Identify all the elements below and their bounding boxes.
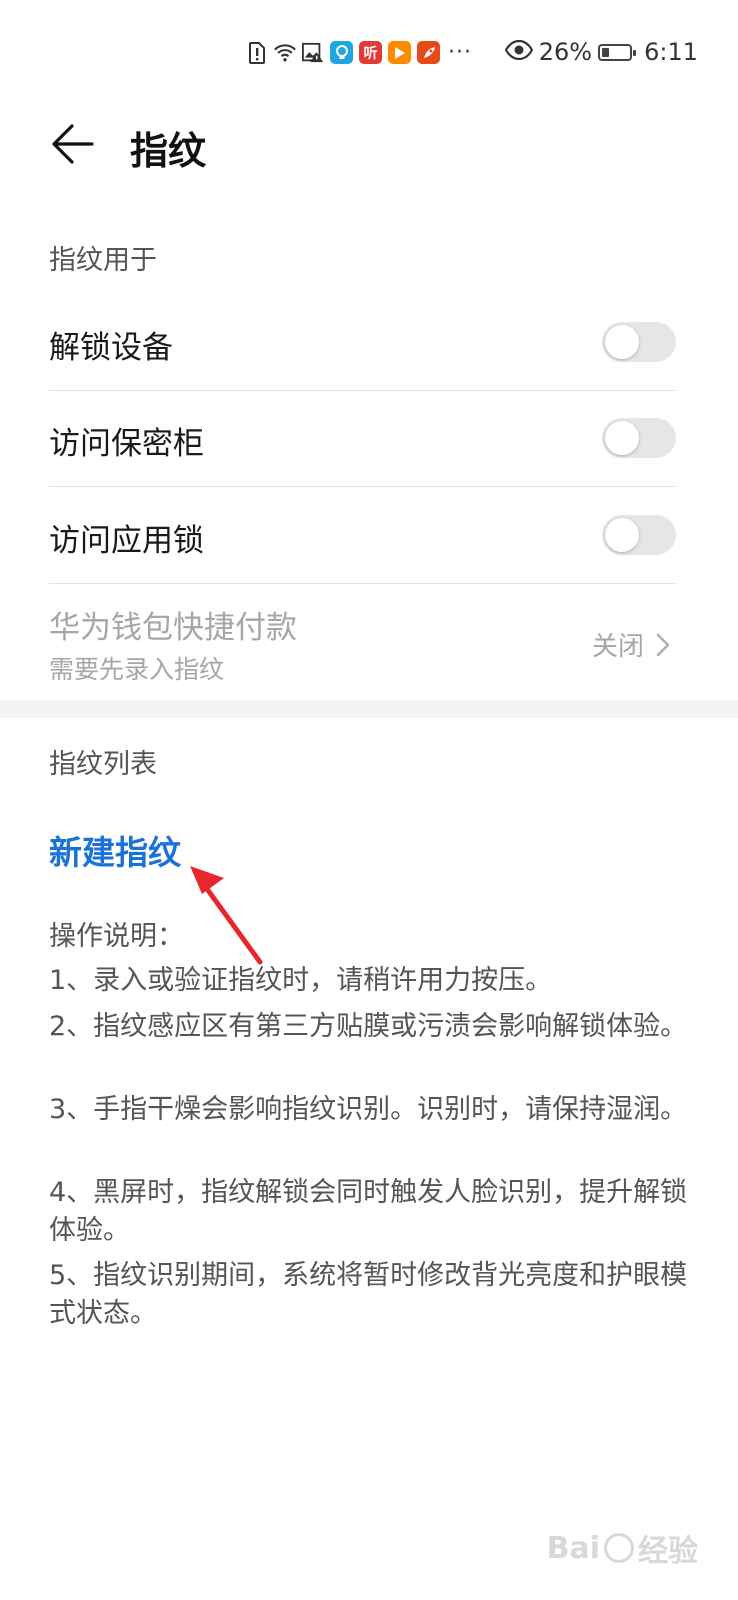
rocket-app-icon bbox=[417, 41, 440, 64]
row-label: 访问应用锁 bbox=[49, 523, 204, 559]
watermark-text-2: 经验 bbox=[638, 1534, 698, 1569]
battery-percent: 26% bbox=[538, 38, 593, 66]
watermark-text: Bai bbox=[546, 1530, 600, 1566]
baidu-watermark: Bai 经验 bbox=[547, 1526, 698, 1570]
section-label-usage: 指纹用于 bbox=[49, 245, 157, 276]
wallet-value-group: 关闭 bbox=[592, 626, 670, 663]
row-app-lock[interactable]: 访问应用锁 bbox=[49, 511, 676, 561]
paw-icon bbox=[604, 1533, 634, 1563]
sim-alert-icon bbox=[246, 41, 268, 65]
clock: 6:11 bbox=[644, 38, 698, 66]
wallet-sublabel: 需要先录入指纹 bbox=[49, 655, 225, 684]
toggle-knob bbox=[605, 518, 639, 552]
app-header: 指纹 bbox=[0, 112, 738, 176]
wifi-icon bbox=[274, 41, 296, 65]
status-right: 26% 6:11 bbox=[504, 38, 698, 66]
safe-box-toggle[interactable] bbox=[602, 418, 676, 458]
row-wallet-payment[interactable]: 华为钱包快捷付款 需要先录入指纹 关闭 bbox=[49, 600, 676, 690]
back-arrow-icon bbox=[52, 124, 94, 164]
row-safe-box[interactable]: 访问保密柜 bbox=[49, 414, 676, 464]
eye-comfort-icon bbox=[504, 38, 534, 66]
instruction-line: 5、指纹识别期间，系统将暂时修改背光亮度和护眼模式状态。 bbox=[49, 1260, 688, 1329]
unlock-device-toggle[interactable] bbox=[602, 322, 676, 362]
instruction-line: 4、黑屏时，指纹解锁会同时触发人脸识别，提升解锁体验。 bbox=[49, 1177, 688, 1246]
instructions-title: 操作说明： bbox=[49, 921, 184, 952]
divider bbox=[49, 486, 676, 487]
app-lock-toggle[interactable] bbox=[602, 515, 676, 555]
divider bbox=[49, 583, 676, 584]
back-button[interactable] bbox=[50, 122, 94, 166]
toggle-knob bbox=[605, 421, 639, 455]
instruction-line: 2、指纹感应区有第三方贴膜或污渍会影响解锁体验。 bbox=[49, 1011, 688, 1042]
more-notifications-icon: ··· bbox=[448, 40, 472, 65]
wallet-label: 华为钱包快捷付款 bbox=[49, 610, 297, 646]
wallet-value: 关闭 bbox=[591, 632, 644, 662]
image-alert-icon bbox=[302, 41, 324, 65]
instruction-line: 1、录入或验证指纹时，请稍许用力按压。 bbox=[49, 965, 553, 996]
toggle-knob bbox=[605, 325, 639, 359]
lightbulb-app-icon bbox=[330, 41, 353, 64]
section-separator bbox=[0, 700, 738, 718]
play-app-icon bbox=[388, 41, 411, 64]
status-bar: 听 ··· 26% 6:11 bbox=[0, 30, 738, 76]
row-label: 解锁设备 bbox=[49, 330, 173, 366]
divider bbox=[49, 390, 676, 391]
status-icons: 听 ··· bbox=[246, 40, 472, 65]
battery-icon bbox=[598, 43, 637, 61]
ting-app-icon: 听 bbox=[359, 41, 382, 64]
row-label: 访问保密柜 bbox=[49, 426, 204, 462]
section-label-list: 指纹列表 bbox=[49, 749, 157, 780]
row-unlock-device[interactable]: 解锁设备 bbox=[49, 318, 676, 368]
instruction-line: 3、手指干燥会影响指纹识别。识别时，请保持湿润。 bbox=[49, 1094, 688, 1125]
chevron-right-icon bbox=[656, 633, 670, 656]
page-title: 指纹 bbox=[130, 129, 207, 173]
new-fingerprint-button[interactable]: 新建指纹 bbox=[49, 826, 181, 874]
